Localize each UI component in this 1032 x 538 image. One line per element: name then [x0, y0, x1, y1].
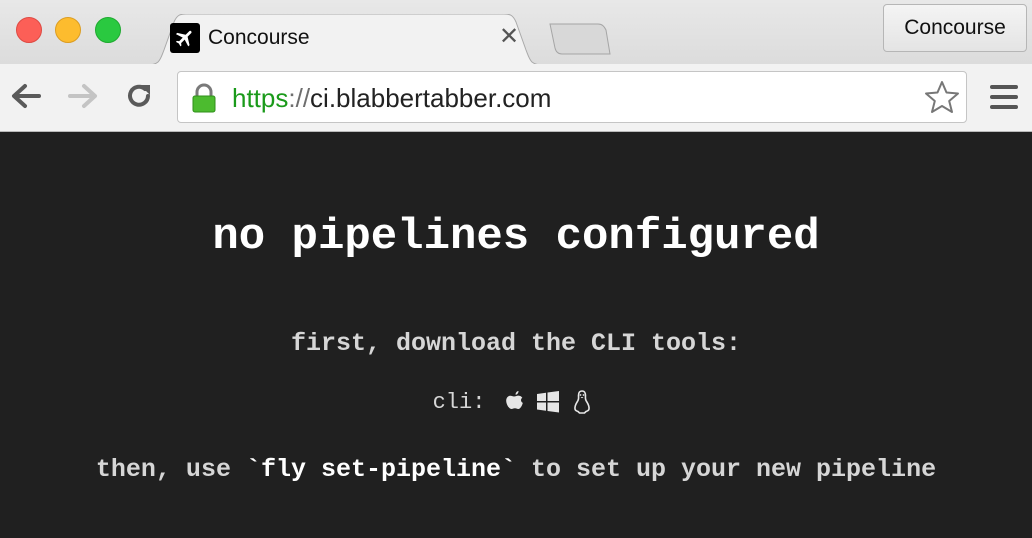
url-separator: :// [288, 83, 311, 113]
hamburger-menu-icon[interactable] [984, 80, 1024, 114]
instruction-suffix: to set up your new pipeline [516, 455, 937, 484]
window-close-button[interactable] [16, 17, 42, 43]
lock-icon[interactable] [191, 83, 217, 118]
browser-toolbar: https://ci.blabbertabber.com [0, 64, 1032, 132]
instruction-prefix: then, use [95, 455, 246, 484]
windows-icon[interactable] [536, 389, 560, 415]
tab-concourse[interactable]: Concourse ✕ [146, 14, 544, 66]
fly-command: `fly set-pipeline` [245, 455, 516, 484]
fly-instruction: then, use `fly set-pipeline` to set up y… [0, 455, 1032, 484]
page-content: no pipelines configured first, download … [0, 132, 1032, 538]
star-icon[interactable] [924, 80, 960, 119]
reload-icon[interactable] [121, 78, 157, 114]
tab-title: Concourse [208, 26, 310, 49]
profile-button[interactable]: Concourse [883, 4, 1027, 52]
page-title: no pipelines configured [212, 212, 820, 262]
back-arrow-icon[interactable] [8, 78, 44, 114]
tab-close-icon[interactable]: ✕ [499, 22, 519, 51]
linux-icon[interactable] [570, 389, 594, 415]
window-minimize-button[interactable] [55, 17, 81, 43]
cli-label: cli: [432, 389, 486, 415]
cli-download-row: cli: [0, 389, 1032, 415]
airplane-icon [170, 23, 200, 53]
address-bar[interactable]: https://ci.blabbertabber.com [177, 71, 967, 123]
new-tab-button[interactable] [548, 22, 612, 56]
window-zoom-button[interactable] [95, 17, 121, 43]
url-host: ci.blabbertabber.com [310, 83, 552, 113]
window-titlebar: Concourse ✕ Concourse [0, 0, 1032, 66]
apple-icon[interactable] [502, 389, 526, 415]
download-prompt: first, download the CLI tools: [290, 329, 742, 358]
url-text: https://ci.blabbertabber.com [232, 83, 551, 114]
forward-arrow-icon[interactable] [65, 78, 101, 114]
url-scheme: https [232, 83, 289, 113]
